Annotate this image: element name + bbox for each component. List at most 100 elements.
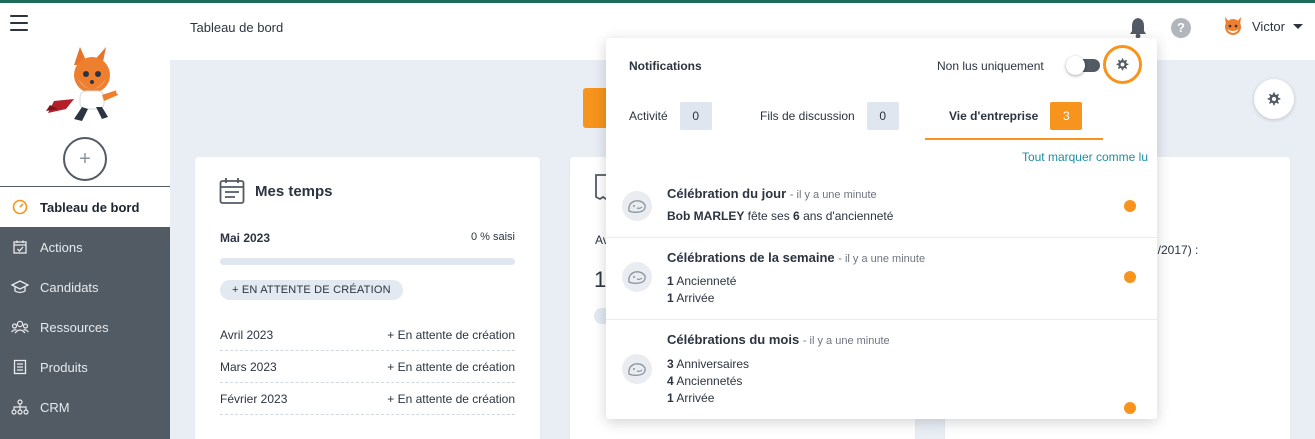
history-month: Février 2023	[220, 391, 288, 406]
sidebar-item-actions[interactable]: Actions	[0, 227, 170, 267]
current-month: Mai 2023	[220, 231, 271, 245]
notification-header: Célébrations du mois - il y a une minute	[667, 332, 890, 347]
history-row: Avril 2023 + En attente de création	[220, 319, 515, 351]
notification-header: Célébration du jour - il y a une minute	[667, 186, 877, 201]
line-label: Anciennetés	[676, 374, 743, 388]
top-accent-line	[0, 0, 1315, 3]
body-text: ans d'ancienneté	[803, 209, 894, 223]
tab-company-life[interactable]: Vie d'entreprise 3	[949, 102, 1083, 130]
bell-icon[interactable]	[1128, 17, 1148, 39]
count: 1	[667, 291, 674, 305]
sidebar-item-label: Actions	[40, 239, 83, 255]
unread-dot	[1124, 271, 1136, 283]
users-icon	[10, 317, 30, 337]
time-progress-bar	[220, 258, 515, 265]
toggle-knob	[1066, 56, 1085, 75]
history-row: Février 2023 + En attente de création	[220, 383, 515, 415]
history-month: Avril 2023	[220, 327, 274, 342]
tab-label: Vie d'entreprise	[949, 109, 1039, 123]
history-action-link[interactable]: + En attente de création	[387, 360, 515, 374]
active-tab-indicator	[925, 138, 1103, 140]
notification-line: 3 Anniversaires	[667, 357, 749, 371]
notification-time: - il y a une minute	[838, 253, 926, 265]
tab-label: Fils de discussion	[760, 109, 855, 123]
card-title-text: Mes temps	[255, 182, 333, 200]
add-button[interactable]: +	[63, 137, 107, 181]
sidebar-item-label: Ressources	[40, 319, 109, 335]
notification-body: Bob MARLEY fête ses 6 ans d'ancienneté	[667, 209, 893, 223]
list-icon	[10, 357, 30, 377]
gear-icon	[1267, 92, 1281, 106]
notification-settings-button[interactable]	[1103, 45, 1142, 84]
unread-only-toggle[interactable]	[1066, 56, 1100, 75]
line-label: Arrivée	[676, 291, 715, 305]
dashboard-settings-button[interactable]	[1254, 79, 1294, 119]
notification-item[interactable]: Célébration du jour - il y a une minute …	[606, 172, 1157, 238]
notification-line: 1 Arrivée	[667, 291, 714, 305]
chevron-down-icon	[1293, 23, 1303, 29]
mark-all-read-link[interactable]: Tout marquer comme lu	[1022, 150, 1148, 164]
card-partial-value: 1	[594, 267, 607, 292]
notification-item[interactable]: Célébrations de la semaine - il y a une …	[606, 237, 1157, 319]
sidebar-item-label: Produits	[40, 359, 88, 375]
count: 1	[667, 391, 674, 405]
current-month-row: Mai 2023 0 % saisi	[220, 231, 515, 245]
notification-item[interactable]: Célébrations du mois - il y a une minute…	[606, 319, 1157, 419]
avatar	[1225, 17, 1241, 35]
notification-line: 1 Ancienneté	[667, 274, 736, 288]
card-partial-text: 7/2017) :	[1151, 243, 1199, 257]
gauge-icon	[10, 197, 30, 217]
count: 4	[667, 374, 674, 388]
graduation-cap-icon	[10, 277, 30, 297]
sidebar-item-resources[interactable]: Ressources	[0, 307, 170, 347]
unread-only-label: Non lus uniquement	[937, 59, 1044, 73]
notification-title: Célébrations du mois	[667, 332, 800, 347]
unread-dot	[1124, 402, 1136, 414]
notification-time: - il y a une minute	[802, 335, 890, 347]
calendar-check-icon	[10, 237, 30, 257]
notification-time: - il y a une minute	[789, 189, 877, 201]
card-title: Mes temps	[219, 177, 333, 205]
sidebar-item-label: Tableau de bord	[40, 199, 140, 215]
page-title: Tableau de bord	[190, 20, 284, 35]
sidebar-item-products[interactable]: Produits	[0, 347, 170, 387]
line-label: Anniversaires	[676, 357, 750, 371]
fox-mascot-logo	[46, 47, 124, 121]
notification-line: 4 Anciennetés	[667, 374, 742, 388]
sidebar-item-dashboard[interactable]: Tableau de bord	[0, 187, 170, 227]
percent-entered: 0 % saisi	[470, 231, 515, 243]
notifications-panel: Notifications Non lus uniquement Activit…	[606, 38, 1157, 419]
notifications-title: Notifications	[629, 59, 702, 73]
menu-icon[interactable]	[10, 15, 28, 31]
time-tracking-card: Mes temps Mai 2023 0 % saisi + EN ATTENT…	[195, 157, 540, 439]
celebration-icon	[622, 191, 652, 221]
tab-activity[interactable]: Activité 0	[629, 102, 712, 130]
history-action-link[interactable]: + En attente de création	[387, 328, 515, 342]
celebration-icon	[622, 262, 652, 292]
sidebar: + Tableau de bord Actions Candidats Ress…	[0, 0, 170, 439]
tab-count-badge: 3	[1050, 102, 1083, 130]
help-icon[interactable]: ?	[1171, 18, 1191, 38]
notification-title: Célébrations de la semaine	[667, 250, 835, 265]
tab-count-badge: 0	[866, 102, 899, 130]
body-text: fête ses	[747, 209, 790, 223]
gear-icon	[1116, 58, 1129, 71]
unread-dot	[1124, 200, 1136, 212]
tab-label: Activité	[629, 109, 668, 123]
line-label: Ancienneté	[676, 274, 737, 288]
tab-discussion-threads[interactable]: Fils de discussion 0	[760, 102, 899, 130]
sidebar-item-candidates[interactable]: Candidats	[0, 267, 170, 307]
sidebar-item-crm[interactable]: CRM	[0, 387, 170, 427]
history-action-link[interactable]: + En attente de création	[387, 392, 515, 406]
pending-creation-chip[interactable]: + EN ATTENTE DE CRÉATION	[220, 280, 403, 300]
notification-line: 1 Arrivée	[667, 391, 714, 405]
user-menu[interactable]: Victor	[1222, 15, 1303, 37]
years-count: 6	[793, 209, 800, 223]
user-name: Victor	[1252, 18, 1285, 34]
history-month: Mars 2023	[220, 359, 277, 374]
sidebar-item-label: Candidats	[40, 279, 99, 295]
sidebar-item-label: CRM	[40, 399, 70, 415]
notification-title: Célébration du jour	[667, 186, 787, 201]
celebration-icon	[622, 354, 652, 384]
sidebar-nav: Tableau de bord Actions Candidats Ressou…	[0, 187, 170, 427]
